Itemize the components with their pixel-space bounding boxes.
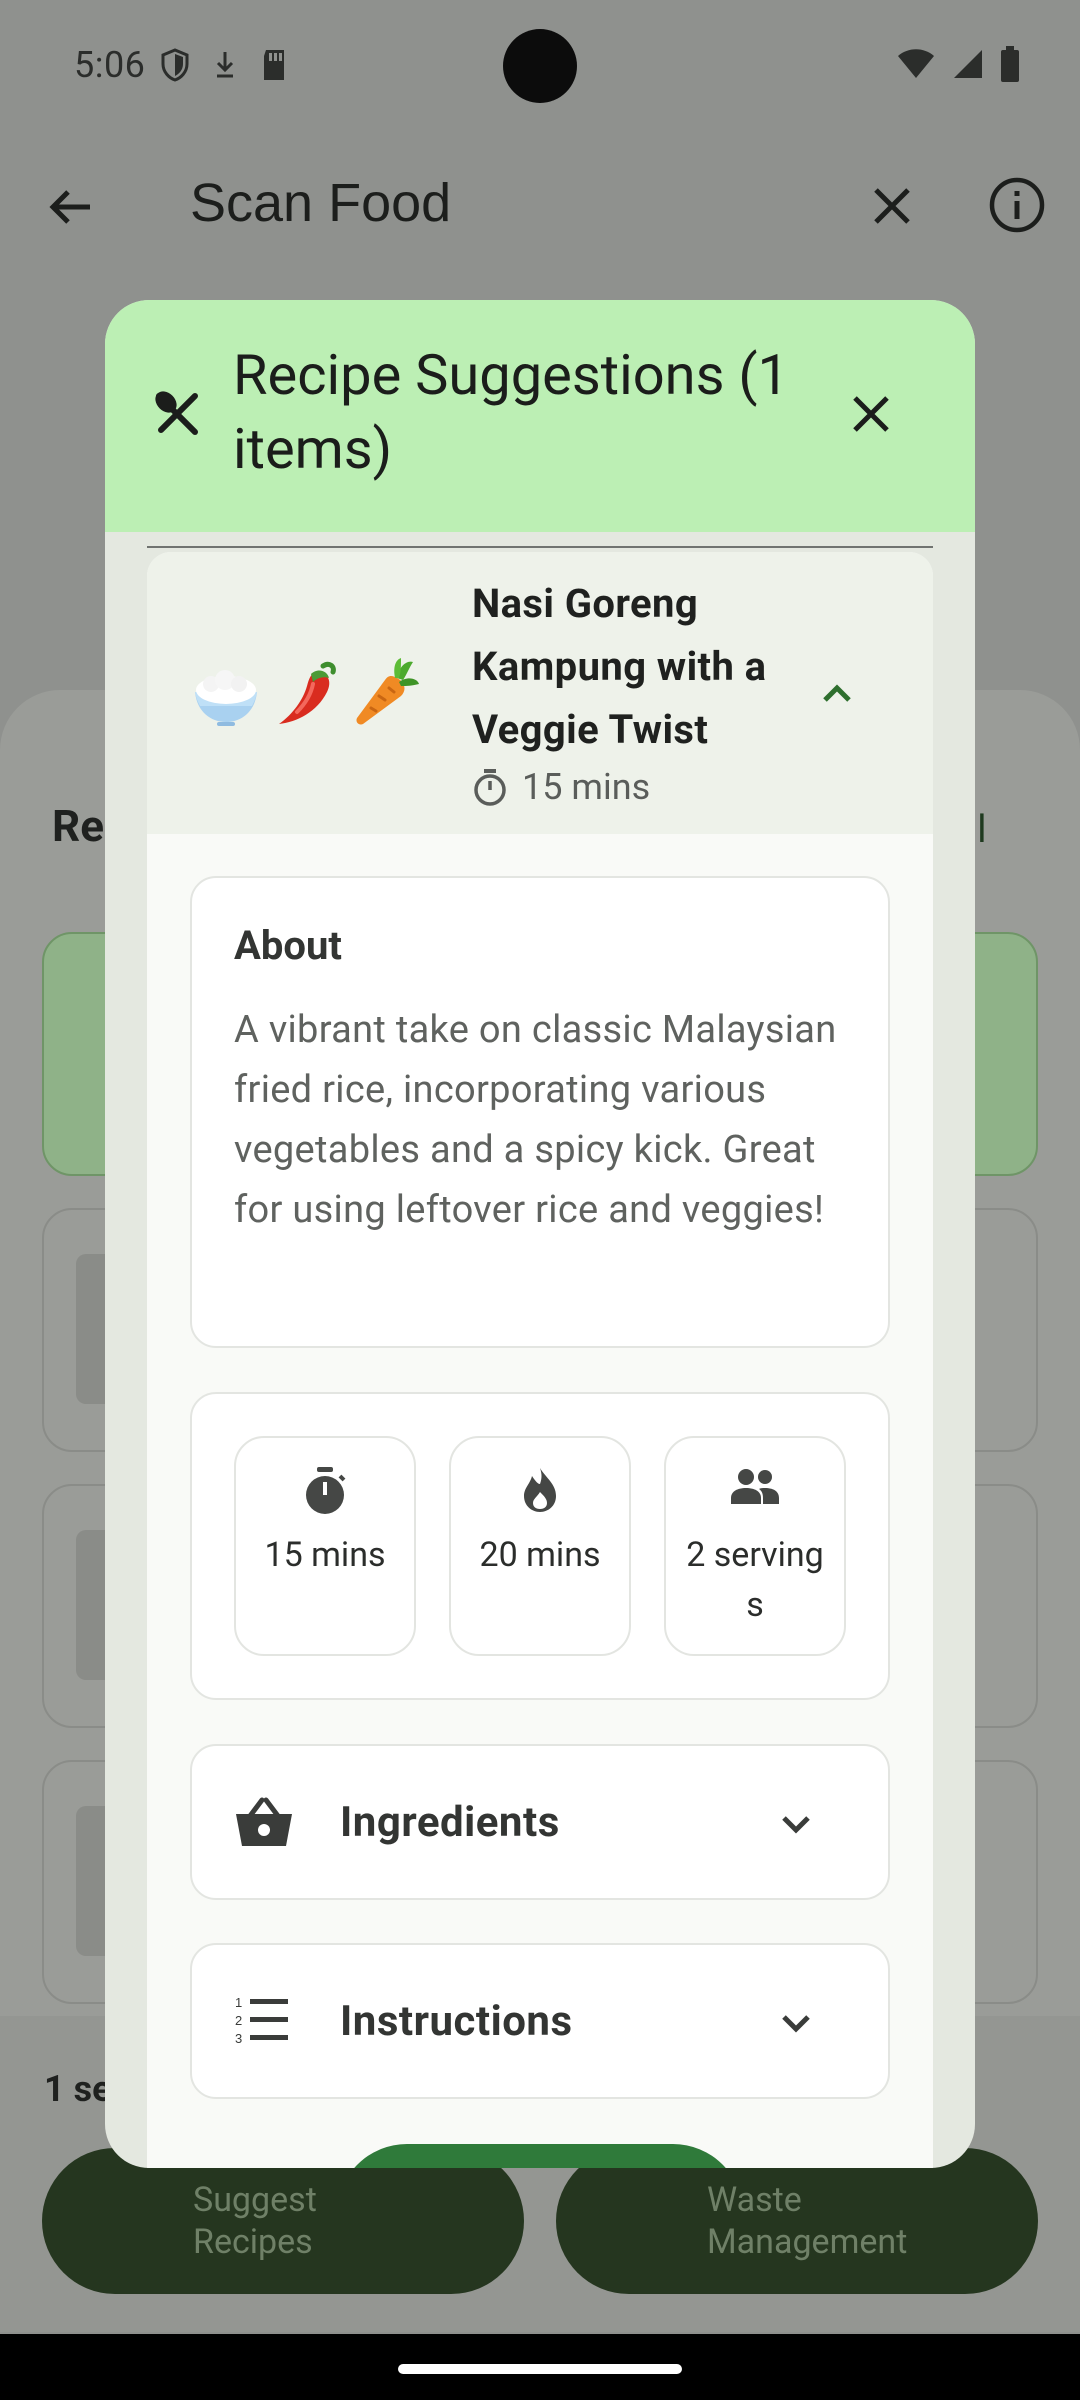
status-time: 5:06 bbox=[74, 44, 146, 86]
background-heading: Re bbox=[52, 800, 104, 852]
suggest-recipes-label: Suggest Recipes bbox=[193, 2180, 317, 2262]
recipe-time: 15 mins bbox=[472, 766, 650, 808]
shield-icon bbox=[161, 48, 189, 82]
ingredients-section[interactable]: Ingredients bbox=[190, 1744, 890, 1900]
divider bbox=[147, 546, 933, 548]
about-title: About bbox=[234, 922, 342, 969]
numbered-list-icon: 1 2 3 bbox=[235, 1995, 288, 2045]
servings-stat: 2 servings bbox=[664, 1436, 846, 1656]
background-selected-count: 1 se bbox=[44, 2068, 112, 2110]
carrot-icon bbox=[356, 658, 419, 725]
info-icon[interactable] bbox=[988, 176, 1046, 234]
recipe-card-header[interactable]: Nasi Goreng Kampung with a Veggie Twist … bbox=[147, 552, 933, 834]
suggest-recipes-button: Suggest Recipes bbox=[42, 2148, 524, 2294]
wifi-icon bbox=[898, 49, 934, 78]
status-system-icons bbox=[896, 46, 1020, 82]
fork-knife-icon bbox=[155, 391, 198, 435]
recipe-name: Nasi Goreng Kampung with a Veggie Twist bbox=[472, 580, 767, 753]
svg-text:1: 1 bbox=[235, 1995, 242, 2010]
page-title: Scan Food bbox=[190, 173, 452, 233]
dialog-header: Recipe Suggestions (1 items) bbox=[105, 300, 975, 532]
svg-text:3: 3 bbox=[235, 2031, 242, 2045]
sd-card-icon bbox=[264, 50, 284, 80]
signal-icon bbox=[954, 50, 982, 78]
recipe-stats-card: 15 mins 20 mins 2 servings bbox=[190, 1392, 890, 1700]
flame-icon bbox=[524, 1468, 556, 1512]
close-icon[interactable] bbox=[866, 180, 918, 232]
back-arrow-icon[interactable] bbox=[44, 180, 98, 234]
chevron-up-icon[interactable] bbox=[817, 674, 857, 714]
svg-text:2: 2 bbox=[235, 2013, 242, 2028]
camera-cutout bbox=[503, 29, 577, 103]
ingredients-label: Ingredients bbox=[340, 1798, 560, 1847]
rice-bowl-icon bbox=[195, 670, 257, 726]
battery-icon bbox=[1001, 46, 1019, 82]
chevron-down-icon[interactable] bbox=[774, 2001, 818, 2045]
chili-pepper-icon bbox=[279, 661, 336, 724]
chevron-down-icon[interactable] bbox=[774, 1802, 818, 1846]
basket-icon bbox=[236, 1797, 292, 1846]
cook-time-stat: 20 mins bbox=[449, 1436, 631, 1656]
people-icon bbox=[731, 1469, 779, 1504]
waste-management-button: Waste Management bbox=[556, 2148, 1038, 2294]
prep-time-value: 15 mins bbox=[264, 1535, 386, 1575]
about-card: About A vibrant take on classic Malaysia… bbox=[190, 876, 890, 1348]
recipe-time-label: 15 mins bbox=[522, 766, 651, 808]
dialog-close-icon[interactable] bbox=[845, 388, 897, 440]
cook-time-value: 20 mins bbox=[479, 1535, 601, 1575]
recipe-card: Nasi Goreng Kampung with a Veggie Twist … bbox=[147, 552, 933, 2168]
download-icon bbox=[216, 52, 234, 78]
timer-icon bbox=[306, 1467, 346, 1514]
gesture-handle[interactable] bbox=[398, 2364, 682, 2374]
about-description: A vibrant take on classic Malaysian frie… bbox=[234, 1008, 837, 1232]
waste-management-label: Waste Management bbox=[707, 2180, 908, 2262]
instructions-label: Instructions bbox=[340, 1997, 573, 2046]
recipe-action-button[interactable] bbox=[337, 2144, 743, 2168]
servings-value: 2 servings bbox=[686, 1535, 824, 1625]
timer-icon bbox=[474, 769, 506, 806]
prep-time-stat: 15 mins bbox=[234, 1436, 416, 1656]
status-notification-icons bbox=[160, 48, 288, 82]
instructions-section[interactable]: 1 2 3 Instructions bbox=[190, 1943, 890, 2099]
dialog-title: Recipe Suggestions (1 items) bbox=[233, 342, 790, 482]
app-bar: Scan Food bbox=[0, 150, 1080, 260]
recipe-emojis bbox=[189, 656, 423, 730]
recipe-suggestions-dialog: Recipe Suggestions (1 items) Nasi Goreng… bbox=[105, 300, 975, 2168]
